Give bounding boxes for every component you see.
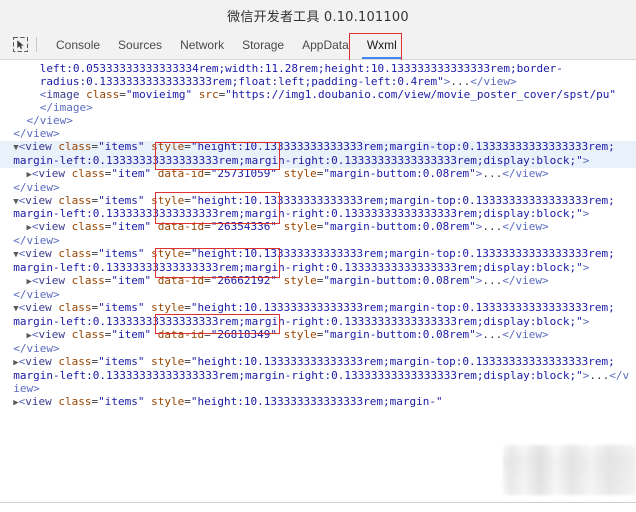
wxml-node[interactable]: <image class="movieimg" src="https://img… bbox=[0, 87, 636, 102]
wxml-node[interactable]: ▶<view class="item" data-id="26662192" s… bbox=[0, 274, 636, 289]
wxml-code-line: ▼<view class="items" style="height:10.13… bbox=[13, 139, 615, 153]
wxml-code-line: ▶<view class="item" data-id="26354336" s… bbox=[26, 220, 549, 234]
wxml-node[interactable]: ▶<view class="item" data-id="26818349" s… bbox=[0, 328, 636, 343]
wxml-code-line: ▶<view class="items" style="height:10.13… bbox=[13, 394, 443, 408]
wxml-code-line: ▶<view class="item" data-id="25731059" s… bbox=[26, 166, 549, 180]
select-element-icon[interactable] bbox=[6, 30, 34, 59]
wxml-code-line: <image class="movieimg" src="https://img… bbox=[39, 87, 616, 101]
wxml-code-line: ▶<view class="item" data-id="26662192" s… bbox=[26, 274, 549, 288]
page-title: 微信开发者工具 0.10.101100 bbox=[227, 9, 409, 25]
wxml-node[interactable]: ▼<view class="items" style="height:10.13… bbox=[0, 301, 636, 329]
wxml-node-selected[interactable]: ▼<view class="items" style="height:10.13… bbox=[0, 139, 636, 168]
wxml-node[interactable]: ▶<view class="item" data-id="26354336" s… bbox=[0, 220, 636, 235]
tab-network[interactable]: Network bbox=[171, 30, 233, 59]
wxml-tree-panel[interactable]: left:0.05333333333333334rem;width:11.28r… bbox=[0, 60, 636, 511]
wxml-code-tree[interactable]: left:0.05333333333333334rem;width:11.28r… bbox=[0, 62, 636, 410]
tab-storage[interactable]: Storage bbox=[233, 30, 293, 59]
data-id-attr-name[interactable]: data-id bbox=[158, 167, 204, 180]
tab-wxml-label: Wxml bbox=[366, 37, 397, 52]
data-id-value[interactable]: "26818349" bbox=[211, 328, 277, 341]
wxml-code-line: </view> bbox=[26, 113, 73, 127]
tab-console-label: Console bbox=[56, 37, 101, 52]
wxml-node[interactable]: </image> bbox=[0, 100, 636, 115]
tab-appdata[interactable]: AppData bbox=[293, 30, 358, 59]
tab-list: Console Sources Network Storage AppData … bbox=[47, 30, 406, 59]
wxml-code-line: ▶<view class="items" style="height:10.13… bbox=[13, 354, 615, 368]
blurred-watermark bbox=[503, 445, 636, 495]
panel-bottom-divider bbox=[0, 502, 636, 503]
tab-active-underline bbox=[361, 57, 402, 59]
wxml-code-line: ▶<view class="item" data-id="26818349" s… bbox=[26, 328, 549, 342]
window-title-bar: 微信开发者工具 0.10.101100 bbox=[0, 0, 636, 30]
wxml-code-line: ▼<view class="items" style="height:10.13… bbox=[13, 301, 615, 315]
data-id-value[interactable]: "26662192" bbox=[211, 274, 277, 287]
wxml-node[interactable]: ▶<view class="items" style="height:10.13… bbox=[0, 354, 636, 396]
data-id-attr-name[interactable]: data-id bbox=[158, 328, 204, 341]
tab-wxml[interactable]: Wxml bbox=[358, 30, 406, 59]
data-id-attr-name[interactable]: data-id bbox=[158, 274, 204, 287]
tab-sources-label: Sources bbox=[118, 37, 163, 52]
wxml-code-line: ▼<view class="items" style="height:10.13… bbox=[13, 247, 615, 261]
tab-console[interactable]: Console bbox=[47, 30, 109, 59]
wxml-node[interactable]: ▶<view class="item" data-id="25731059" s… bbox=[0, 166, 636, 182]
tab-sources[interactable]: Sources bbox=[109, 30, 171, 59]
tab-network-label: Network bbox=[180, 37, 225, 52]
wxml-code-line: margin-left:0.13333333333333333rem;margi… bbox=[13, 368, 630, 382]
wxml-code-line: ▼<view class="items" style="height:10.13… bbox=[13, 193, 615, 207]
data-id-attr-name[interactable]: data-id bbox=[158, 220, 204, 233]
tab-appdata-label: AppData bbox=[302, 37, 349, 52]
toolbar-divider bbox=[36, 37, 37, 52]
devtools-tab-bar: Console Sources Network Storage AppData … bbox=[0, 30, 636, 60]
wxml-node[interactable]: </view> bbox=[0, 113, 636, 128]
wxml-node[interactable]: ▼<view class="items" style="height:10.13… bbox=[0, 247, 636, 275]
data-id-value[interactable]: "25731059" bbox=[211, 167, 277, 180]
wxml-code-line: </image> bbox=[39, 100, 93, 114]
tab-storage-label: Storage bbox=[242, 37, 285, 52]
data-id-value[interactable]: "26354336" bbox=[211, 220, 277, 233]
wxml-node[interactable]: ▶<view class="items" style="height:10.13… bbox=[0, 394, 636, 410]
wxml-node[interactable]: ▼<view class="items" style="height:10.13… bbox=[0, 193, 636, 222]
